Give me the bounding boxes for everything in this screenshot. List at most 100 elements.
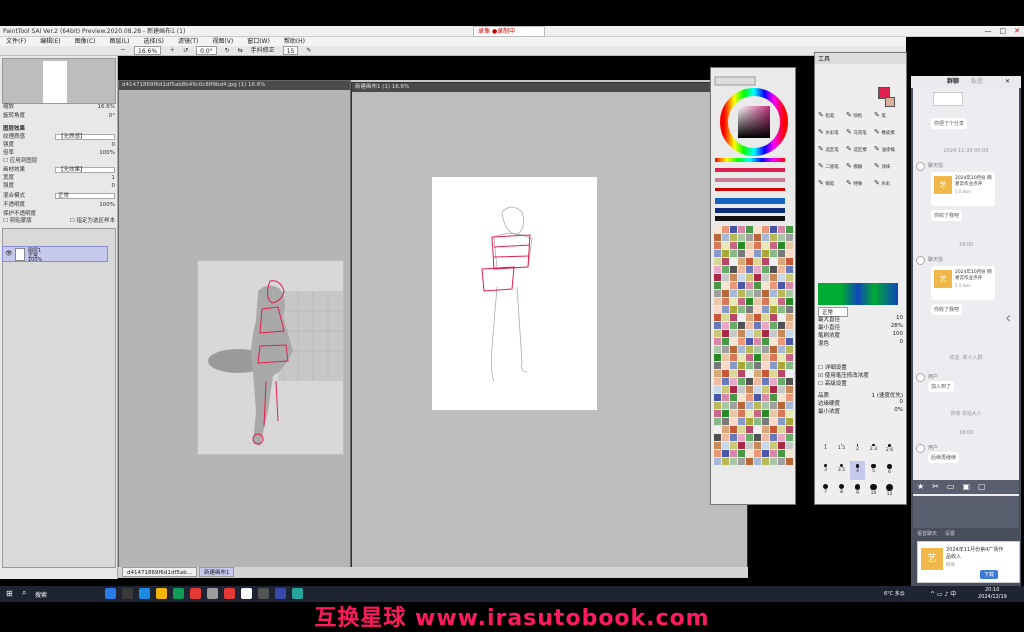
notif-download-button[interactable]: 下载: [980, 570, 999, 579]
color-swatch[interactable]: [746, 250, 753, 257]
color-swatch[interactable]: [778, 362, 785, 369]
color-swatch[interactable]: [714, 314, 721, 321]
color-swatch[interactable]: [730, 242, 737, 249]
color-swatch[interactable]: [714, 338, 721, 345]
voice-chat-link[interactable]: 语音聊天: [917, 530, 937, 539]
brush-tool[interactable]: ✎ 选区笔: [818, 145, 845, 161]
color-swatch[interactable]: [730, 282, 737, 289]
color-swatch[interactable]: [714, 458, 721, 465]
avatar[interactable]: [916, 373, 925, 382]
color-swatch[interactable]: [778, 258, 785, 265]
color-swatch[interactable]: [786, 250, 793, 257]
color-swatch[interactable]: [722, 442, 729, 449]
brush-tool[interactable]: ✎ 选区擦: [846, 145, 873, 161]
menu-item[interactable]: 帮助(H): [284, 37, 305, 46]
chat-close-icon[interactable]: ✕: [1005, 76, 1010, 88]
color-swatch[interactable]: [738, 402, 745, 409]
chat-card-3[interactable]: 艺 2024年10月份 网易云作业点评 5.0.Ikon: [931, 266, 995, 300]
color-swatch[interactable]: [738, 370, 745, 377]
color-swatch[interactable]: [754, 378, 761, 385]
color-swatch[interactable]: [730, 370, 737, 377]
rotate-left-icon[interactable]: ↺: [183, 46, 188, 55]
color-swatch[interactable]: [714, 442, 721, 449]
color-swatch[interactable]: [786, 274, 793, 281]
color-swatch[interactable]: [762, 338, 769, 345]
color-swatch[interactable]: [722, 370, 729, 377]
color-swatch[interactable]: [714, 418, 721, 425]
brush-size-option[interactable]: 2: [850, 441, 865, 460]
color-swatch[interactable]: [762, 442, 769, 449]
color-swatch[interactable]: [754, 426, 761, 433]
color-swatch[interactable]: [786, 258, 793, 265]
color-swatch[interactable]: [730, 418, 737, 425]
menu-item[interactable]: 文件(F): [6, 37, 26, 46]
color-swatch[interactable]: [778, 290, 785, 297]
color-swatch[interactable]: [770, 266, 777, 273]
color-swatch[interactable]: [746, 370, 753, 377]
color-swatch[interactable]: [738, 258, 745, 265]
folder-icon[interactable]: ▭: [947, 480, 955, 494]
color-swatch[interactable]: [786, 290, 793, 297]
color-swatch[interactable]: [770, 274, 777, 281]
color-swatch[interactable]: [762, 370, 769, 377]
color-swatch[interactable]: [722, 346, 729, 353]
color-swatch[interactable]: [778, 314, 785, 321]
brush-tool[interactable]: ✎ 喷枪: [846, 111, 873, 127]
menu-item[interactable]: 编辑(E): [40, 37, 60, 46]
color-swatch[interactable]: [762, 426, 769, 433]
color-swatch[interactable]: [754, 250, 761, 257]
color-swatch[interactable]: [746, 418, 753, 425]
color-swatch[interactable]: [778, 370, 785, 377]
color-swatch[interactable]: [762, 258, 769, 265]
color-swatch[interactable]: [762, 402, 769, 409]
color-swatch[interactable]: [786, 354, 793, 361]
color-swatch[interactable]: [714, 346, 721, 353]
color-swatch[interactable]: [722, 274, 729, 281]
color-swatch[interactable]: [778, 458, 785, 465]
color-swatch[interactable]: [770, 362, 777, 369]
clip-row[interactable]: ☐ 剪贴蒙版 ☐ 指定为选区样本: [3, 218, 115, 225]
color-swatch[interactable]: [746, 226, 753, 233]
size-row[interactable]: 最大直径 10: [818, 315, 903, 323]
color-swatch[interactable]: [754, 418, 761, 425]
color-swatch[interactable]: [714, 402, 721, 409]
taskbar-app-icon[interactable]: [241, 588, 252, 599]
color-swatch[interactable]: [754, 362, 761, 369]
taskbar-app-icon[interactable]: [173, 588, 184, 599]
color-swatch[interactable]: [770, 298, 777, 305]
color-swatch[interactable]: [762, 242, 769, 249]
brush-size-option[interactable]: 3.5: [834, 461, 849, 480]
color-swatch[interactable]: [754, 290, 761, 297]
color-swatch[interactable]: [738, 234, 745, 241]
color-swatch[interactable]: [754, 410, 761, 417]
color-swatch[interactable]: [778, 242, 785, 249]
color-swatch[interactable]: [778, 250, 785, 257]
color-swatch[interactable]: [770, 434, 777, 441]
color-swatch[interactable]: [778, 410, 785, 417]
color-swatch[interactable]: [778, 450, 785, 457]
menu-item[interactable]: 图像(C): [75, 37, 96, 46]
color-swatch[interactable]: [714, 266, 721, 273]
brush-tool[interactable]: ✎ 油漆桶: [874, 145, 901, 161]
color-swatch[interactable]: [786, 282, 793, 289]
color-swatch[interactable]: [778, 402, 785, 409]
color-swatch[interactable]: [746, 298, 753, 305]
color-swatch[interactable]: [754, 258, 761, 265]
color-swatch[interactable]: [714, 426, 721, 433]
color-swatch[interactable]: [770, 234, 777, 241]
color-swatch[interactable]: [730, 346, 737, 353]
color-swatch[interactable]: [714, 226, 721, 233]
color-swatch[interactable]: [730, 458, 737, 465]
color-swatch[interactable]: [754, 314, 761, 321]
menu-item[interactable]: 选择(S): [144, 37, 165, 46]
color-swatch[interactable]: [786, 338, 793, 345]
color-swatch[interactable]: [738, 322, 745, 329]
layer-row-1[interactable]: 👁 图层1 正常 100%: [2, 246, 108, 263]
color-swatch[interactable]: [746, 458, 753, 465]
color-swatch[interactable]: [746, 306, 753, 313]
brush-size-option[interactable]: 10: [866, 481, 881, 500]
color-swatch[interactable]: [722, 282, 729, 289]
color-swatch[interactable]: [770, 282, 777, 289]
strength-row[interactable]: 强度 0: [3, 142, 115, 149]
color-swatch[interactable]: [722, 250, 729, 257]
